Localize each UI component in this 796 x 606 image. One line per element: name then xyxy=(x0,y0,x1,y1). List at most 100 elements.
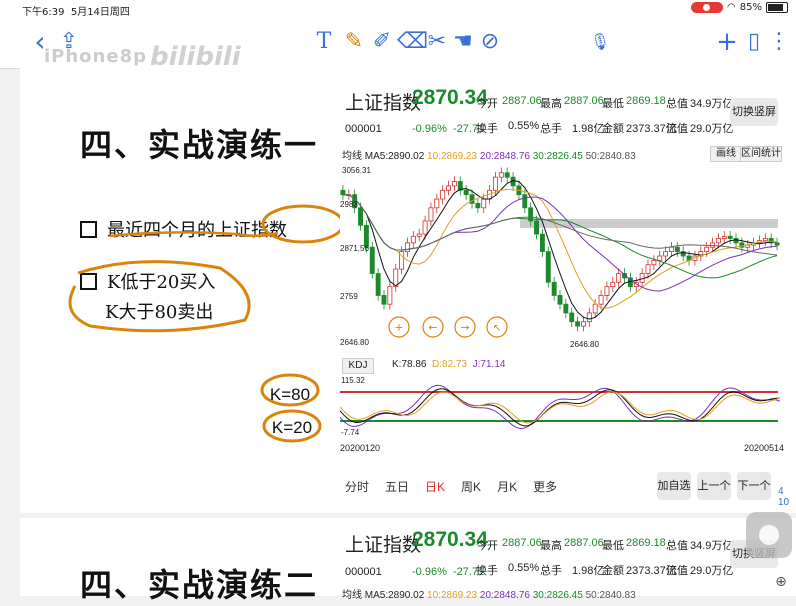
vol-label: 总手 xyxy=(540,123,562,135)
lasso-icon[interactable]: ⊘ xyxy=(478,28,502,56)
text-tool-icon[interactable]: T xyxy=(312,28,336,56)
y-label-1: 2983 xyxy=(340,200,358,209)
tab-minute[interactable]: 分时 xyxy=(345,478,369,495)
amount-label: 金额 xyxy=(602,123,624,135)
turnover-value: 0.55% xyxy=(508,120,540,132)
date-start: 20200120 xyxy=(340,443,381,453)
chart-nav-buttons: + ← → ↖ xyxy=(388,316,508,338)
candle-body xyxy=(416,233,422,237)
add-page-icon[interactable]: + xyxy=(716,28,738,56)
candle-body xyxy=(534,220,539,235)
candle-body xyxy=(586,312,592,323)
y-label-3: 2759 xyxy=(340,292,358,301)
mv-label: 总值 xyxy=(666,98,688,110)
amount-label-2: 金额 xyxy=(602,565,624,577)
candle-body xyxy=(405,242,410,253)
tab-weekly-k[interactable]: 周K xyxy=(461,478,481,495)
draw-line-button[interactable]: 画线 xyxy=(710,146,742,162)
status-right: ◠ 85% xyxy=(691,2,788,13)
candle-body xyxy=(422,220,428,235)
low-label-2: 最低 xyxy=(602,540,624,552)
y-label-2: 2871.56 xyxy=(340,244,369,253)
assistive-touch-button[interactable] xyxy=(746,512,792,558)
candle-body xyxy=(557,295,563,305)
circle-stroke xyxy=(68,260,251,333)
candle-body xyxy=(481,198,487,209)
high-label: 最高 xyxy=(540,98,562,110)
candle-body xyxy=(428,207,434,222)
candle-body xyxy=(340,189,346,196)
candle-body xyxy=(704,246,710,253)
kdj-selector[interactable]: KDJ xyxy=(342,358,374,374)
candle-body xyxy=(710,242,715,248)
candle-body xyxy=(721,235,727,239)
float-label-2: 流值 xyxy=(666,565,688,577)
device-watermark: iPhone8p xyxy=(44,46,147,67)
svg-text:↖: ↖ xyxy=(493,323,501,334)
open-value-2: 2887.06 xyxy=(502,537,542,549)
tab-more[interactable]: 更多 xyxy=(533,478,557,495)
float-value-2: 29.0万亿 xyxy=(690,565,734,577)
candle-body xyxy=(674,246,680,253)
candle-body xyxy=(651,259,657,266)
candle-body xyxy=(645,264,651,274)
candle-body xyxy=(387,286,393,305)
candle-body xyxy=(434,198,440,209)
candle-body xyxy=(551,281,557,296)
tab-5day[interactable]: 五日 xyxy=(385,478,409,495)
range-stats-button[interactable]: 区间统计 xyxy=(740,146,782,162)
period-tabs: 分时 五日 日K 周K 月K 更多 xyxy=(345,478,557,495)
highlighter-icon[interactable]: ✐ xyxy=(370,28,394,56)
candle-body xyxy=(358,207,363,226)
min-label: 2646.80 xyxy=(570,340,599,349)
pen-icon[interactable]: ✎ xyxy=(342,28,366,56)
open-label: 今开 xyxy=(476,98,498,110)
underline-stroke xyxy=(109,231,279,238)
note-page-1: 四、实战演练一 最近四个月的上证指数 K低于20买入 K大于80卖出 K=80 … xyxy=(20,68,796,513)
candle-body xyxy=(410,235,416,244)
low-value: 2869.18 xyxy=(626,95,666,107)
kdj-top-label: 115.32 xyxy=(341,376,365,385)
candle-body xyxy=(522,194,528,209)
circle-stroke xyxy=(261,204,345,244)
vol-value: 1.98亿 xyxy=(572,123,605,135)
scissors-icon[interactable]: ✂ xyxy=(425,28,449,56)
high-label-2: 最高 xyxy=(540,540,562,552)
candle-body xyxy=(463,189,469,196)
tab-daily-k[interactable]: 日K xyxy=(425,478,445,495)
candle-body xyxy=(727,235,733,239)
date-end: 20200514 xyxy=(744,443,785,453)
candle-body xyxy=(569,312,575,323)
zoom-icon[interactable]: ⊕ xyxy=(770,574,792,594)
more-icon[interactable]: ⋮ xyxy=(768,28,790,56)
candle-body xyxy=(493,176,498,191)
eraser-icon[interactable]: ⌫ xyxy=(397,28,428,56)
low-label: 最低 xyxy=(602,98,624,110)
prev-button[interactable]: 上一个 xyxy=(697,472,731,500)
note-page-2: 四、实战演练二 上证指数 2870.34 000001 -0.96% -27.7… xyxy=(20,518,796,604)
next-button[interactable]: 下一个 xyxy=(737,472,771,500)
candle-body xyxy=(539,233,545,253)
candle-body xyxy=(669,246,674,253)
pages-icon[interactable]: ▯ xyxy=(745,28,763,56)
annot-k20: K=20 xyxy=(272,418,312,437)
candle-body xyxy=(504,172,510,178)
mic-icon[interactable]: 🎙 xyxy=(588,28,612,56)
candle-body xyxy=(762,238,768,242)
candle-body xyxy=(563,303,569,314)
kdj-chart[interactable] xyxy=(340,374,780,442)
add-watchlist-button[interactable]: 加自选 xyxy=(657,472,691,500)
turnover-label: 换手 xyxy=(476,123,498,135)
candle-body xyxy=(440,189,446,200)
annot-k80: K=80 xyxy=(270,385,310,404)
hand-icon[interactable]: ☚ xyxy=(451,28,475,56)
candle-body xyxy=(598,295,604,305)
ma-legend-2: 均线 MA5:2890.02 10:2869.23 20:2848.76 30:… xyxy=(342,590,636,601)
kdj-values: K:78.86 D:82.73 J:71.14 xyxy=(392,359,506,370)
tab-monthly-k[interactable]: 月K xyxy=(497,478,517,495)
candle-body xyxy=(381,295,387,305)
candle-body xyxy=(451,181,457,187)
candle-body xyxy=(663,251,669,257)
switch-portrait-button[interactable]: 切换竖屏 xyxy=(730,98,778,126)
candle-body xyxy=(446,185,451,191)
